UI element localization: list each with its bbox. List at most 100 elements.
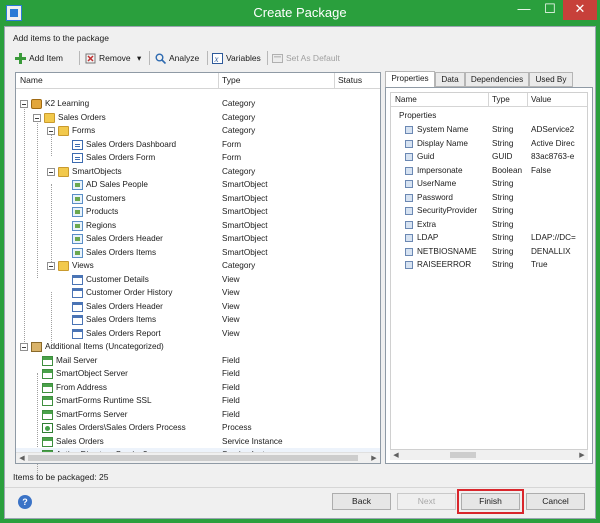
tree-row[interactable]: Sales Orders Dashboard Form	[16, 138, 380, 151]
collapse-toggle-icon[interactable]	[20, 343, 28, 351]
property-value: True	[531, 260, 548, 269]
property-row[interactable]: NETBIOSNAME String DENALLIX	[391, 245, 587, 259]
tree-item-name: Products	[86, 207, 119, 216]
tab-data[interactable]: Data	[435, 72, 465, 87]
tree-item-type: Category	[222, 99, 256, 108]
property-row[interactable]: RAISEERROR String True	[391, 258, 587, 272]
tree-row[interactable]: AD Sales People SmartObject	[16, 178, 380, 191]
column-divider[interactable]	[334, 73, 335, 89]
type-column-header[interactable]: Type	[222, 75, 240, 85]
scroll-left-icon[interactable]: ◀	[17, 454, 27, 463]
next-button[interactable]: Next	[397, 493, 456, 510]
collapse-toggle-icon[interactable]	[20, 100, 28, 108]
tree-row[interactable]: SmartForms Runtime SSL Field	[16, 394, 380, 407]
remove-button[interactable]: Remove ▾	[85, 50, 141, 66]
tree-row[interactable]: Mail Server Field	[16, 354, 380, 367]
tree-row[interactable]: Sales Orders Items SmartObject	[16, 246, 380, 259]
form-icon	[72, 153, 83, 163]
property-row[interactable]: Password String	[391, 191, 587, 205]
tree-row[interactable]: Sales Orders Form Form	[16, 151, 380, 164]
variables-button[interactable]: x Variables	[212, 50, 261, 66]
field-icon	[42, 382, 53, 393]
analyze-button[interactable]: Analyze	[155, 50, 199, 66]
finish-button[interactable]: Finish	[457, 489, 524, 514]
remove-dropdown-icon[interactable]: ▾	[137, 53, 141, 63]
property-row[interactable]: Display Name String Active Direc	[391, 137, 587, 151]
property-type: String	[492, 138, 514, 148]
back-button[interactable]: Back	[332, 493, 391, 510]
tree-row[interactable]: SmartObject Server Field	[16, 367, 380, 380]
tree-row[interactable]: Sales Orders Header SmartObject	[16, 232, 380, 245]
help-icon[interactable]: ?	[18, 495, 32, 509]
column-divider[interactable]	[488, 93, 489, 107]
name-column-header[interactable]: Name	[20, 75, 43, 85]
tree-row[interactable]: Sales Orders Category	[16, 111, 380, 124]
prop-name-column-header[interactable]: Name	[395, 95, 417, 104]
collapse-toggle-icon[interactable]	[47, 262, 55, 270]
collapse-toggle-icon[interactable]	[47, 167, 55, 176]
scroll-right-icon[interactable]: ▶	[577, 451, 587, 460]
tree-row[interactable]: Regions SmartObject	[16, 219, 380, 232]
property-row[interactable]: Guid GUID 83ac8763-e	[391, 150, 587, 164]
property-row[interactable]: SecurityProvider String	[391, 204, 587, 218]
tree-row[interactable]: Sales Orders Header View	[16, 300, 380, 313]
cancel-button[interactable]: Cancel	[526, 493, 585, 510]
set-as-default-button[interactable]: Set As Default	[272, 50, 340, 66]
prop-value-column-header[interactable]: Value	[531, 95, 551, 104]
property-row[interactable]: System Name String ADService2	[391, 123, 587, 137]
tab-properties[interactable]: Properties	[385, 71, 435, 88]
column-divider[interactable]	[527, 93, 528, 107]
collapse-toggle-icon[interactable]	[33, 113, 41, 122]
tree-item-type: Field	[222, 369, 240, 378]
tree-row[interactable]: SmartForms Server Field	[16, 408, 380, 421]
scrollbar-thumb[interactable]	[28, 455, 358, 461]
property-row[interactable]: LDAP String LDAP://DC=	[391, 231, 587, 245]
property-row[interactable]: Extra String	[391, 218, 587, 232]
scroll-right-icon[interactable]: ▶	[369, 454, 379, 463]
tree-row[interactable]: Customer Details View	[16, 273, 380, 286]
tree-item-name: AD Sales People	[86, 180, 148, 189]
tab-used-by[interactable]: Used By	[529, 72, 573, 87]
view-icon	[72, 274, 83, 285]
property-row[interactable]: Impersonate Boolean False	[391, 164, 587, 178]
minimize-button[interactable]: —	[511, 0, 537, 20]
analyze-label: Analyze	[169, 53, 200, 63]
tree-row[interactable]: Products SmartObject	[16, 205, 380, 218]
tree-row[interactable]: Additional Items (Uncategorized)	[16, 340, 380, 353]
close-button[interactable]: ✕	[563, 0, 597, 20]
property-type: String	[492, 246, 514, 256]
add-item-button[interactable]: Add Item	[15, 50, 63, 66]
tree-horizontal-scrollbar[interactable]: ◀ ▶	[16, 452, 380, 463]
collapse-toggle-icon[interactable]	[47, 127, 55, 135]
tree-row[interactable]: Views Category	[16, 259, 380, 272]
prop-type-column-header[interactable]: Type	[492, 95, 510, 104]
property-name: System Name	[417, 125, 469, 134]
maximize-button[interactable]: ☐	[537, 0, 563, 20]
uncategorized-items-icon	[31, 342, 42, 352]
tree-row[interactable]: Sales Orders Items View	[16, 313, 380, 326]
tree-row[interactable]: Customer Order History View	[16, 286, 380, 299]
tab-dependencies[interactable]: Dependencies	[465, 72, 529, 87]
field-icon	[42, 355, 53, 366]
properties-horizontal-scrollbar[interactable]: ◀ ▶	[390, 450, 588, 460]
column-divider[interactable]	[218, 73, 219, 89]
property-type: GUID	[492, 152, 513, 161]
svg-text:x: x	[214, 54, 219, 64]
status-column-header[interactable]: Status	[338, 75, 362, 85]
property-type: String	[492, 179, 514, 188]
scrollbar-thumb[interactable]	[450, 452, 476, 458]
tree-row[interactable]: Sales Orders Report View	[16, 327, 380, 340]
tree-row[interactable]: Forms Category	[16, 124, 380, 137]
property-name: Display Name	[417, 138, 468, 148]
property-row[interactable]: UserName String	[391, 177, 587, 191]
tree-row[interactable]: SmartObjects Category	[16, 165, 380, 178]
tree-row[interactable]: Customers SmartObject	[16, 192, 380, 205]
properties-grid[interactable]: Name Type Value Properties System Name St…	[390, 92, 588, 450]
scroll-left-icon[interactable]: ◀	[391, 451, 401, 460]
tree-row[interactable]: K2 Learning Category	[16, 97, 380, 110]
tree-row[interactable]: Sales Orders\Sales Orders Process Process	[16, 421, 380, 434]
package-items-tree[interactable]: Name Type Status K2 Learning Category Sal…	[15, 72, 381, 479]
title-bar[interactable]: Create Package — ☐ ✕	[0, 0, 600, 26]
tree-row[interactable]: From Address Field	[16, 381, 380, 394]
tree-row[interactable]: Sales Orders Service Instance	[16, 435, 380, 448]
